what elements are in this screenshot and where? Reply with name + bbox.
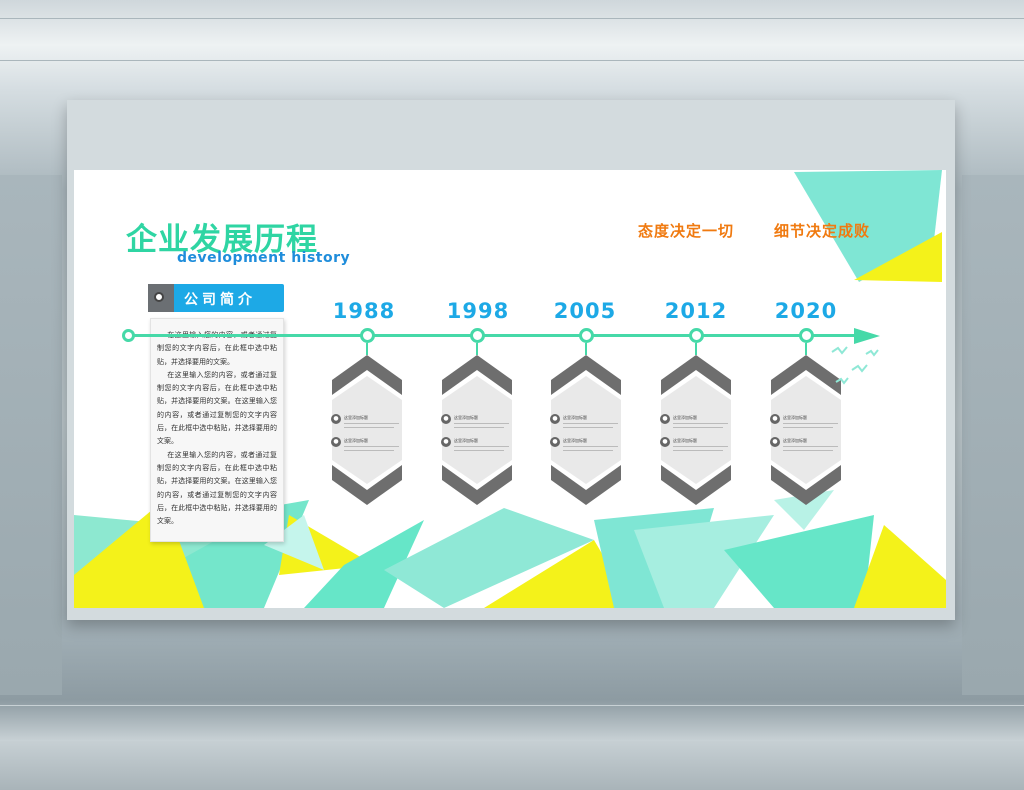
timeline-year: 1998 <box>446 299 510 323</box>
intro-title: 公司简介 <box>184 292 256 308</box>
timeline-year: 1988 <box>332 299 396 323</box>
user-icon: ● <box>660 437 670 447</box>
placeholder-line <box>454 446 509 447</box>
placeholder-line <box>673 427 723 428</box>
placeholder-line <box>673 446 728 447</box>
birds-icon <box>831 346 879 385</box>
placeholder-line <box>344 423 399 424</box>
user-icon: ● <box>331 414 341 424</box>
timeline-start-node <box>122 329 135 342</box>
user-icon: ● <box>770 414 780 424</box>
floor-line <box>0 740 1024 741</box>
placeholder-line <box>783 427 833 428</box>
timeline-item-title: 这里添加标题 <box>563 415 587 420</box>
placeholder-line <box>563 446 618 447</box>
user-icon: ● <box>770 437 780 447</box>
timeline-card <box>442 355 512 505</box>
timeline-node <box>689 328 704 343</box>
timeline-item-title: 这里添加标题 <box>563 438 587 443</box>
user-icon: ● <box>441 414 451 424</box>
intro-text: 在这里输入您的内容，或者通过复制您的文字内容后，在此框中选中粘贴，并选择要用的文… <box>157 331 278 526</box>
timeline-item-title: 这里添加标题 <box>454 438 478 443</box>
user-icon: ● <box>550 414 560 424</box>
timeline-item-title: 这里添加标题 <box>783 438 807 443</box>
timeline-item-title: 这里添加标题 <box>783 415 807 420</box>
history-board: 企业发展历程 development history 态度决定一切 细节决定成败… <box>74 170 946 608</box>
placeholder-line <box>563 427 613 428</box>
timeline-year: 2020 <box>774 299 838 323</box>
floor-line <box>0 705 1024 706</box>
timeline-year: 2005 <box>553 299 617 323</box>
timeline-node <box>799 328 814 343</box>
timeline-card <box>332 355 402 505</box>
timeline-node <box>360 328 375 343</box>
timeline-item-title: 这里添加标题 <box>673 415 697 420</box>
timeline-card <box>661 355 731 505</box>
slogan-attitude: 态度决定一切 <box>638 222 735 240</box>
pin-icon <box>154 292 164 302</box>
placeholder-line <box>673 423 728 424</box>
timeline-item-title: 这里添加标题 <box>344 438 368 443</box>
placeholder-line <box>454 450 504 451</box>
placeholder-line <box>783 450 833 451</box>
placeholder-line <box>344 450 394 451</box>
placeholder-line <box>783 446 838 447</box>
timeline-item-title: 这里添加标题 <box>344 415 368 420</box>
ceiling-line <box>0 18 1024 19</box>
placeholder-line <box>563 423 618 424</box>
timeline-item-title: 这里添加标题 <box>673 438 697 443</box>
placeholder-line <box>563 450 613 451</box>
placeholder-line <box>673 450 723 451</box>
placeholder-line <box>344 427 394 428</box>
intro-card: 在这里输入您的内容，或者通过复制您的文字内容后，在此框中选中粘贴，并选择要用的文… <box>150 318 284 542</box>
timeline-card <box>551 355 621 505</box>
user-icon: ● <box>441 437 451 447</box>
placeholder-line <box>783 423 838 424</box>
user-icon: ● <box>331 437 341 447</box>
timeline-node <box>579 328 594 343</box>
placeholder-line <box>454 423 509 424</box>
ceiling-line <box>0 60 1024 61</box>
timeline-node <box>470 328 485 343</box>
user-icon: ● <box>660 414 670 424</box>
right-wall <box>962 175 1024 695</box>
user-icon: ● <box>550 437 560 447</box>
placeholder-line <box>454 427 504 428</box>
left-wall <box>0 175 62 695</box>
board-subtitle: development history <box>177 250 351 266</box>
slogan-details: 细节决定成败 <box>774 222 871 240</box>
timeline-year: 2012 <box>664 299 728 323</box>
timeline-item-title: 这里添加标题 <box>454 415 478 420</box>
placeholder-line <box>344 446 399 447</box>
timeline-axis <box>129 334 872 337</box>
